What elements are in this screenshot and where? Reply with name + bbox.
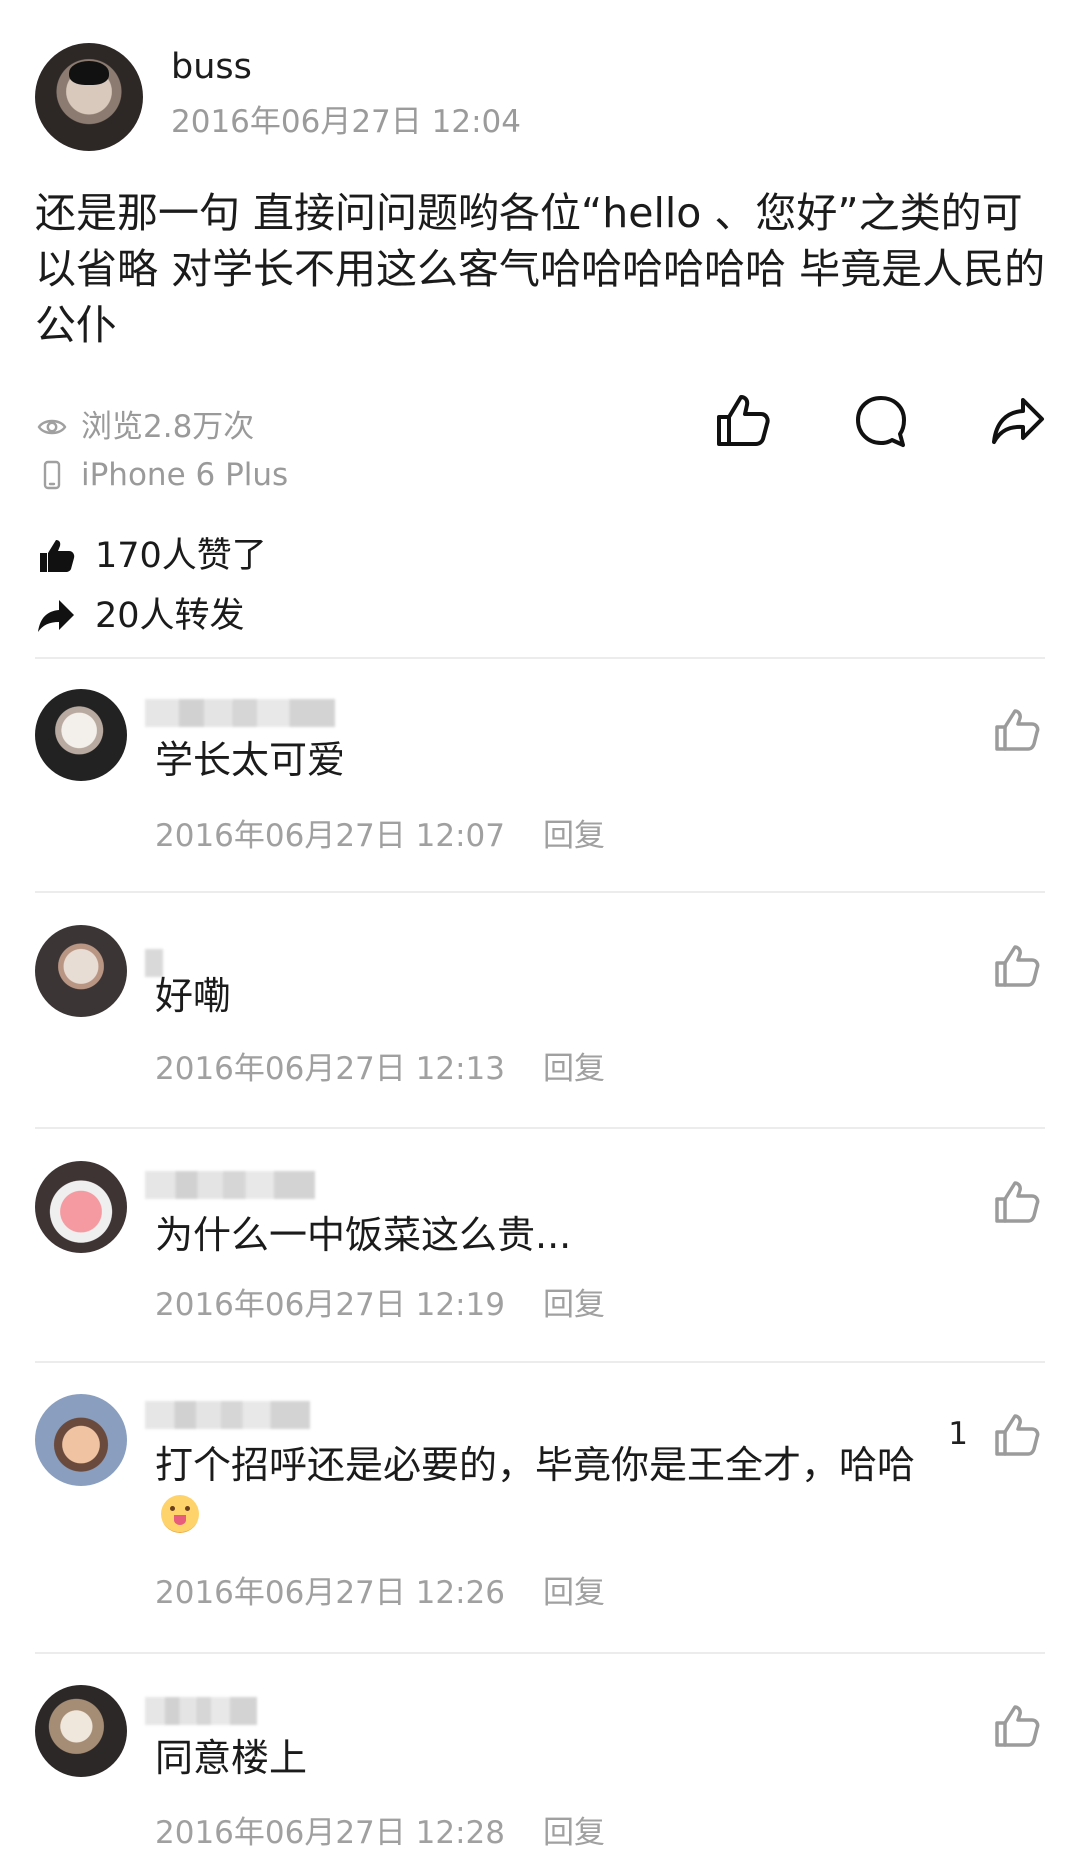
blurred-username[interactable] (145, 1401, 310, 1429)
comment-item: 打个招呼还是必要的，毕竟你是王全才，哈哈 2016年06月27日 12:26 回… (35, 1376, 1045, 1652)
post-text: 还是那一句 直接问问题哟各位“hello 、您好”之类的可以省略 对学长不用这么… (35, 189, 1046, 349)
avatar[interactable] (35, 1685, 127, 1777)
comment-text: 为什么一中饭菜这么贵... (155, 1213, 572, 1257)
reposts-stat[interactable]: 20人转发 (35, 594, 245, 638)
speech-bubble-icon (856, 396, 906, 447)
comment-like-button[interactable] (992, 1177, 1042, 1227)
divider (35, 891, 1045, 893)
views-meta: 浏览2.8万次 (35, 407, 254, 447)
tongue-emoji-icon (161, 1495, 199, 1533)
likes-stat[interactable]: 170人赞了 (35, 534, 267, 578)
device-name: iPhone 6 Plus (81, 457, 289, 493)
share-arrow-icon (992, 398, 1044, 444)
share-filled-icon (35, 595, 77, 637)
blurred-username[interactable] (145, 1171, 315, 1199)
reply-button[interactable]: 回复 (543, 1573, 605, 1613)
thumb-up-icon (995, 1705, 1040, 1747)
reply-button[interactable]: 回复 (543, 816, 605, 856)
author-name[interactable]: buss (171, 45, 252, 89)
comment-item: 好嘞 2016年06月27日 12:13 回复 (35, 907, 1045, 1127)
avatar[interactable] (35, 925, 127, 1017)
comment-button[interactable] (850, 390, 912, 452)
comment-time: 2016年06月27日 12:13 (155, 1051, 505, 1087)
comment-like-button[interactable] (992, 941, 1042, 991)
thumb-up-icon (995, 945, 1040, 987)
reply-button[interactable]: 回复 (543, 1049, 605, 1089)
thumb-up-icon (995, 1414, 1040, 1456)
eye-icon (35, 410, 69, 444)
blurred-username[interactable] (145, 1697, 257, 1725)
comment-time: 2016年06月27日 12:19 (155, 1287, 505, 1323)
comment-item: 同意楼上 2016年06月27日 12:28 回复 (35, 1667, 1045, 1875)
phone-icon (35, 458, 69, 492)
blurred-username[interactable] (145, 699, 335, 727)
author-avatar[interactable] (35, 43, 143, 151)
comment-text: 打个招呼还是必要的，毕竟你是王全才，哈哈 (155, 1440, 925, 1540)
divider (35, 657, 1045, 659)
comment-text: 学长太可爱 (155, 738, 346, 782)
post-header: buss 2016年06月27日 12:04 (35, 40, 1045, 160)
divider (35, 1361, 1045, 1363)
device-meta: iPhone 6 Plus (35, 455, 288, 495)
comment-item: 学长太可爱 2016年06月27日 12:07 回复 (35, 671, 1045, 891)
avatar[interactable] (35, 1394, 127, 1486)
comment-like-button[interactable] (992, 1701, 1042, 1751)
reposts-count-text: 20人转发 (95, 596, 245, 636)
divider (35, 1652, 1045, 1654)
comment-text-content: 打个招呼还是必要的，毕竟你是王全才，哈哈 (155, 1443, 916, 1487)
comment-time: 2016年06月27日 12:26 (155, 1575, 505, 1611)
comment-time: 2016年06月27日 12:28 (155, 1815, 505, 1851)
reply-button[interactable]: 回复 (543, 1285, 605, 1325)
comment-item: 为什么一中饭菜这么贵... 2016年06月27日 12:19 回复 (35, 1143, 1045, 1363)
thumb-up-icon (717, 395, 770, 446)
likes-count-text: 170人赞了 (95, 536, 267, 576)
post-time: 2016年06月27日 12:04 (171, 104, 521, 140)
share-button[interactable] (987, 390, 1049, 452)
views-count: 浏览2.8万次 (81, 409, 255, 445)
avatar[interactable] (35, 689, 127, 781)
comment-like-button[interactable] (992, 1410, 1042, 1460)
divider (35, 1127, 1045, 1129)
comment-like-button[interactable] (992, 705, 1042, 755)
like-button[interactable] (712, 390, 774, 452)
comment-time: 2016年06月27日 12:07 (155, 818, 505, 854)
reply-button[interactable]: 回复 (543, 1813, 605, 1853)
comment-text: 好嘞 (155, 974, 232, 1018)
avatar[interactable] (35, 1161, 127, 1253)
thumb-up-icon (995, 1181, 1040, 1223)
comment-like-count: 1 (948, 1416, 968, 1452)
thumb-up-filled-icon (35, 535, 77, 577)
comment-text: 同意楼上 (155, 1736, 308, 1780)
thumb-up-icon (995, 709, 1040, 751)
